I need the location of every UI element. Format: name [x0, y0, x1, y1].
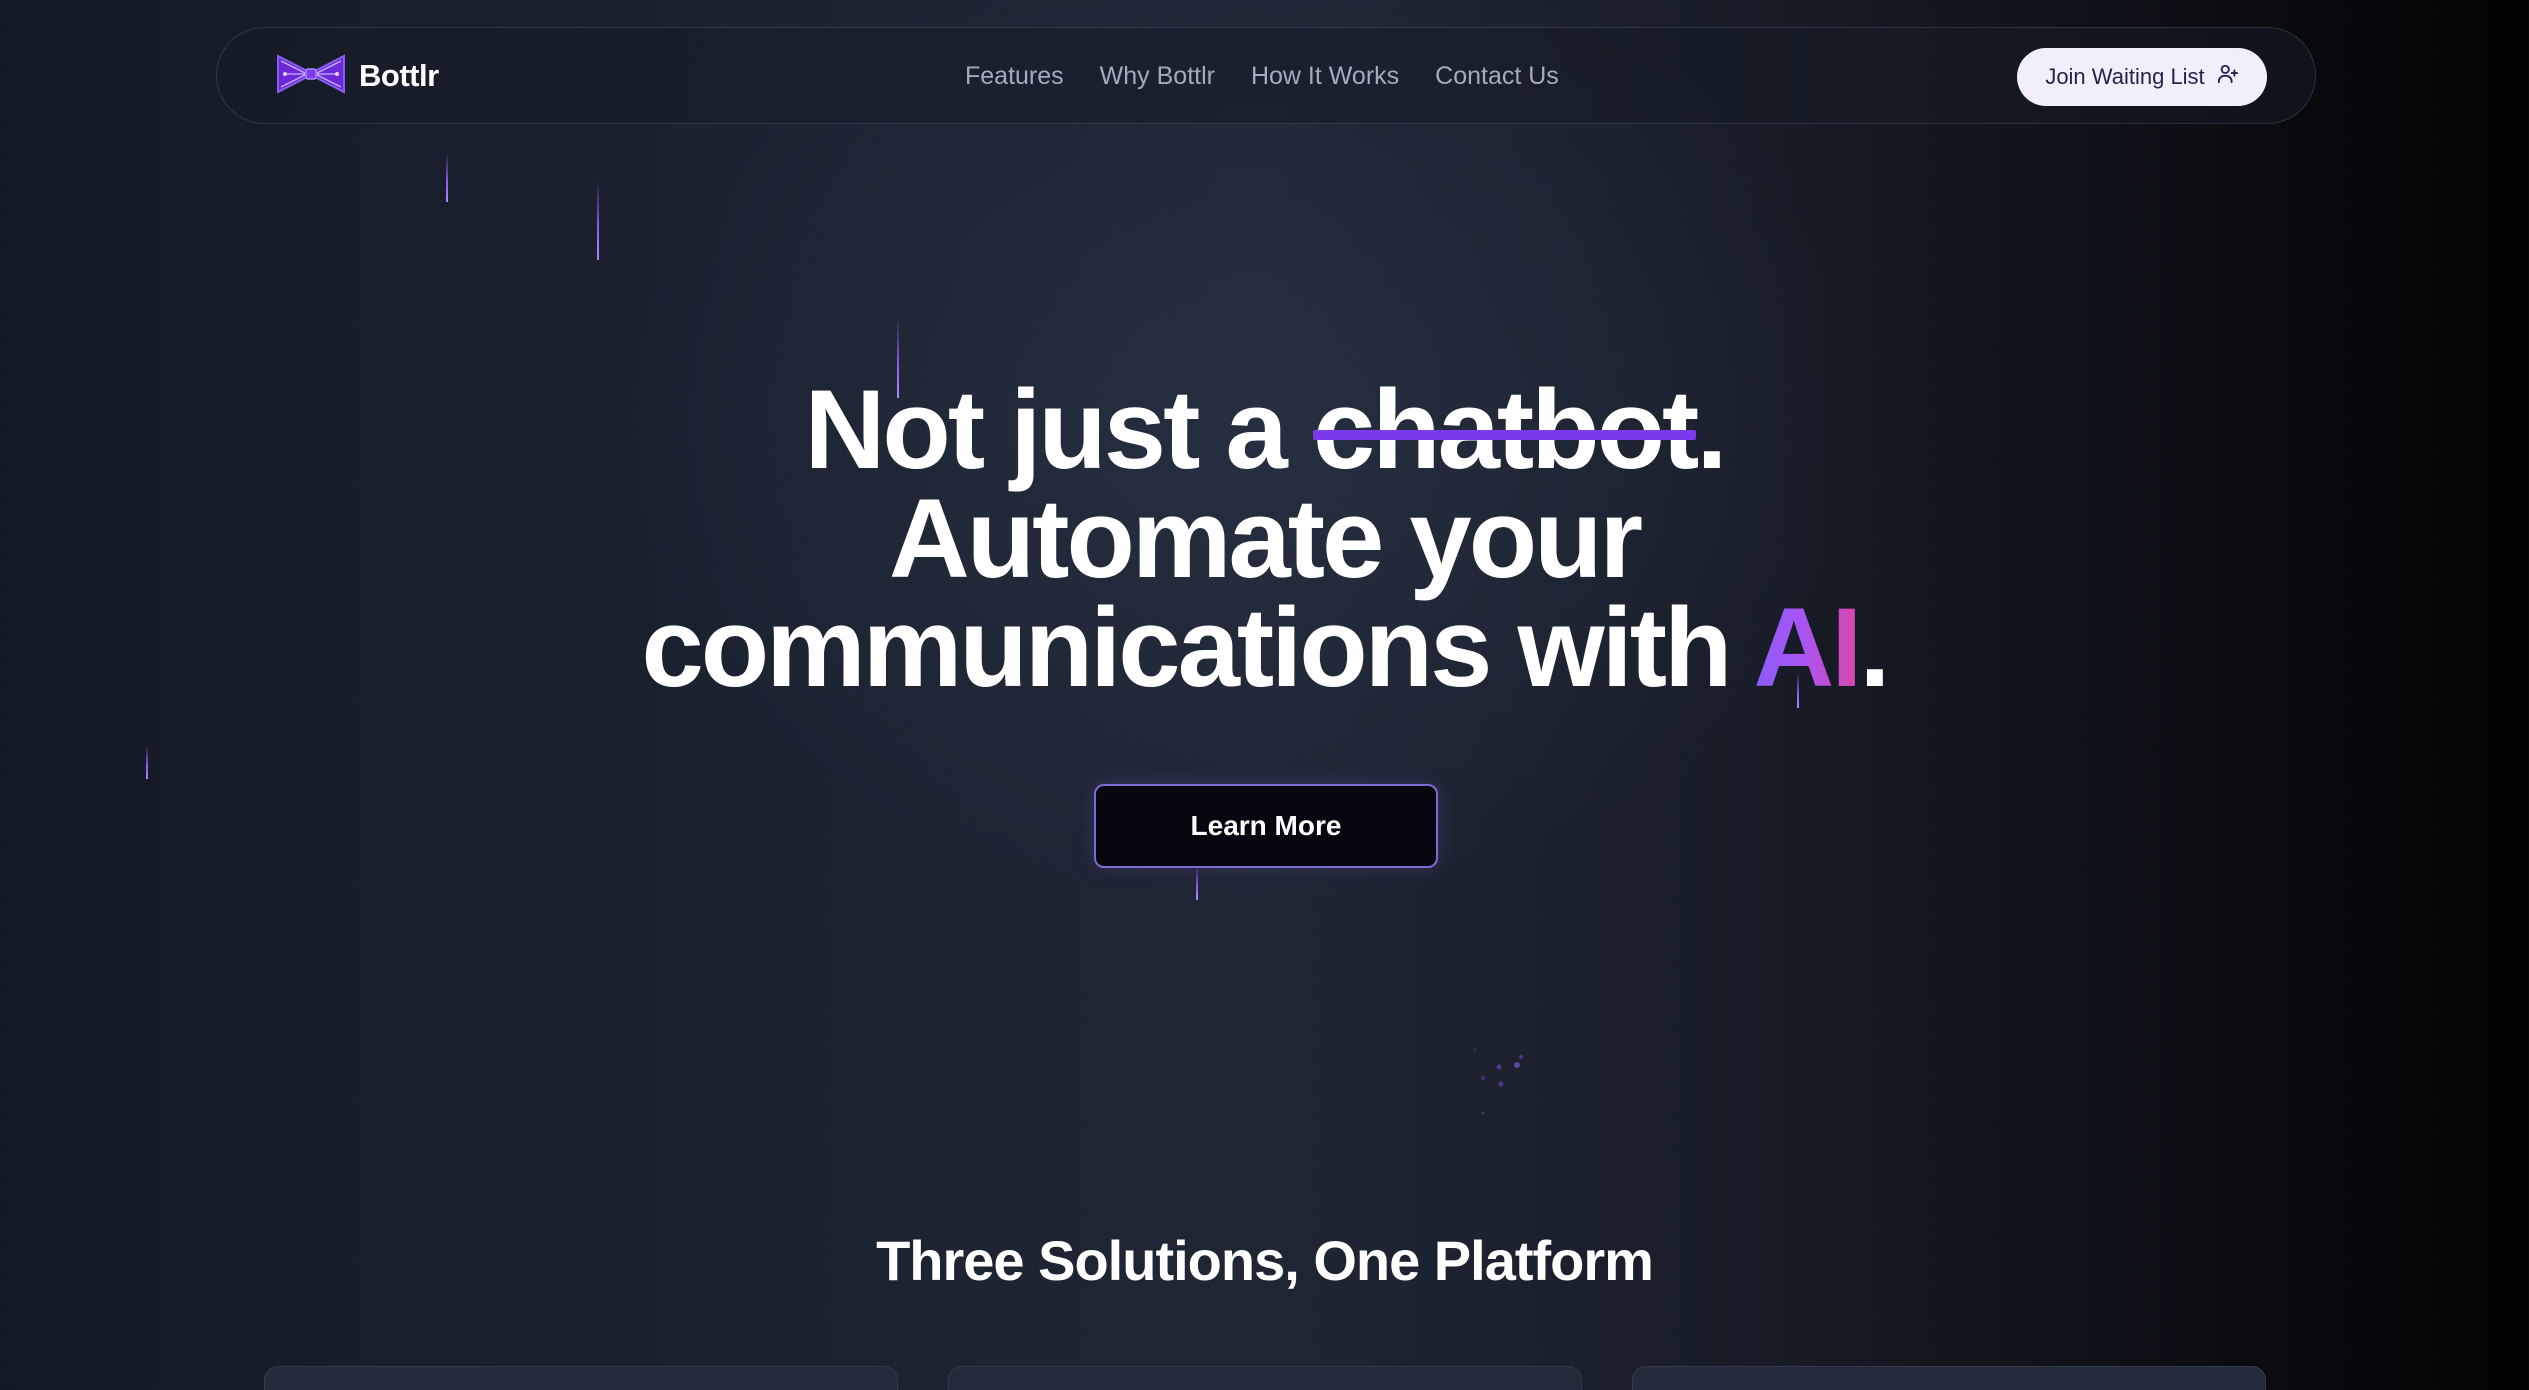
light-beam-decoration	[446, 152, 448, 202]
solution-card	[1632, 1366, 2266, 1390]
nav-link-contact-us[interactable]: Contact Us	[1435, 62, 1559, 91]
headline-text: communications with	[641, 585, 1754, 710]
nav-link-how-it-works[interactable]: How It Works	[1251, 62, 1399, 91]
user-plus-icon	[2217, 63, 2239, 91]
headline-line-3: communications with AI.	[641, 585, 1890, 710]
headline-text: Not just a	[804, 367, 1313, 492]
headline-text: .	[1696, 367, 1727, 492]
bowtie-logo-icon	[275, 52, 347, 101]
light-beam-decoration	[597, 180, 599, 260]
headline-line-2: Automate your	[888, 476, 1643, 601]
hero-headline: Not just a chatbot. Automate your commun…	[0, 374, 2529, 704]
light-beam-decoration	[1196, 866, 1198, 900]
brand-logo-link[interactable]: Bottlr	[275, 53, 439, 99]
learn-more-button[interactable]: Learn More	[1094, 784, 1438, 868]
solution-card	[948, 1366, 1582, 1390]
hero-section: Not just a chatbot. Automate your commun…	[0, 374, 2529, 704]
section-title: Three Solutions, One Platform	[876, 1229, 1654, 1292]
light-beam-decoration	[146, 745, 148, 779]
headline-line-1: Not just a chatbot.	[804, 367, 1728, 492]
join-waiting-list-label: Join Waiting List	[2045, 64, 2205, 89]
nav-link-features[interactable]: Features	[965, 62, 1064, 91]
ai-highlight: AI	[1753, 585, 1862, 710]
join-waiting-list-button[interactable]: Join Waiting List	[2017, 48, 2267, 106]
nav-link-why-bottlr[interactable]: Why Bottlr	[1100, 62, 1215, 91]
nav-links: Features Why Bottlr How It Works Contact…	[965, 28, 1559, 125]
struck-word: chatbot	[1312, 367, 1699, 492]
solution-card	[264, 1366, 898, 1390]
headline-text: .	[1859, 585, 1890, 710]
particle-dots-decoration	[1473, 1048, 1523, 1115]
top-navbar: Bottlr Features Why Bottlr How It Works …	[216, 27, 2316, 124]
brand-name: Bottlr	[359, 58, 439, 93]
